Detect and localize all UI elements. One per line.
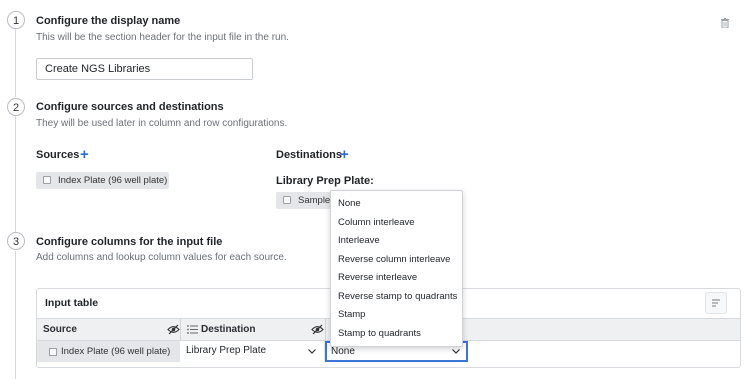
interleave-dropdown-menu: None Column interleave Interleave Revers… bbox=[330, 190, 463, 347]
destination-group-label: Library Prep Plate: bbox=[276, 175, 374, 187]
input-table-title: Input table bbox=[45, 297, 99, 309]
checkbox-icon bbox=[49, 348, 57, 356]
column-divider[interactable] bbox=[325, 319, 326, 340]
chevron-down-icon bbox=[452, 349, 460, 354]
step-1-title: Configure the display name bbox=[36, 15, 181, 27]
chevron-down-icon bbox=[308, 349, 316, 354]
checkbox-icon bbox=[43, 176, 51, 184]
add-destination-plus-icon[interactable]: + bbox=[340, 147, 349, 162]
step-number-2: 2 bbox=[7, 98, 25, 116]
dropdown-option[interactable]: Reverse column interleave bbox=[338, 253, 450, 267]
sort-button[interactable] bbox=[705, 292, 727, 314]
source-cell-label: Index Plate (96 well plate) bbox=[61, 346, 171, 357]
column-header-destination[interactable]: Destination bbox=[201, 319, 255, 340]
column-divider[interactable] bbox=[180, 319, 181, 340]
column-header-source[interactable]: Source bbox=[43, 319, 77, 340]
dropdown-option[interactable]: Reverse stamp to quadrants bbox=[338, 290, 457, 304]
dropdown-option[interactable]: Interleave bbox=[338, 234, 380, 248]
step-3-title: Configure columns for the input file bbox=[36, 236, 223, 248]
display-name-input[interactable] bbox=[36, 58, 253, 80]
dropdown-option[interactable]: Column interleave bbox=[338, 216, 415, 230]
hide-column-icon[interactable] bbox=[167, 324, 180, 335]
list-icon bbox=[187, 325, 198, 334]
source-chip[interactable]: Index Plate (96 well plate) bbox=[36, 172, 169, 189]
step-connector-1 bbox=[15, 29, 16, 97]
dropdown-option[interactable]: Stamp bbox=[338, 308, 365, 322]
destinations-label: Destinations bbox=[276, 149, 343, 161]
sort-icon bbox=[712, 299, 720, 307]
source-chip-label: Index Plate (96 well plate) bbox=[58, 175, 168, 186]
interleave-select-value: None bbox=[331, 346, 355, 357]
step-2-title: Configure sources and destinations bbox=[36, 101, 224, 113]
step-number-1: 1 bbox=[7, 11, 25, 29]
step-connector-3 bbox=[15, 251, 16, 379]
add-source-plus-icon[interactable]: + bbox=[80, 147, 89, 162]
step-number-3: 3 bbox=[7, 232, 25, 250]
step-1-description: This will be the section header for the … bbox=[36, 32, 289, 43]
step-3-description: Add columns and lookup column values for… bbox=[36, 252, 287, 263]
hide-column-icon[interactable] bbox=[311, 324, 324, 335]
checkbox-icon bbox=[283, 196, 291, 204]
step-connector-2 bbox=[15, 116, 16, 232]
dropdown-option[interactable]: None bbox=[338, 197, 361, 211]
dropdown-option[interactable]: Reverse interleave bbox=[338, 271, 417, 285]
source-cell: Index Plate (96 well plate) bbox=[37, 341, 180, 362]
step-2-description: They will be used later in column and ro… bbox=[36, 118, 288, 129]
sources-label: Sources bbox=[36, 149, 80, 161]
dropdown-option[interactable]: Stamp to quadrants bbox=[338, 327, 421, 341]
destination-select-value: Library Prep Plate bbox=[186, 345, 267, 356]
destination-chip[interactable]: Sample Plate bbox=[276, 192, 336, 209]
destination-select[interactable]: Library Prep Plate bbox=[180, 341, 325, 362]
trash-icon[interactable] bbox=[721, 18, 729, 28]
